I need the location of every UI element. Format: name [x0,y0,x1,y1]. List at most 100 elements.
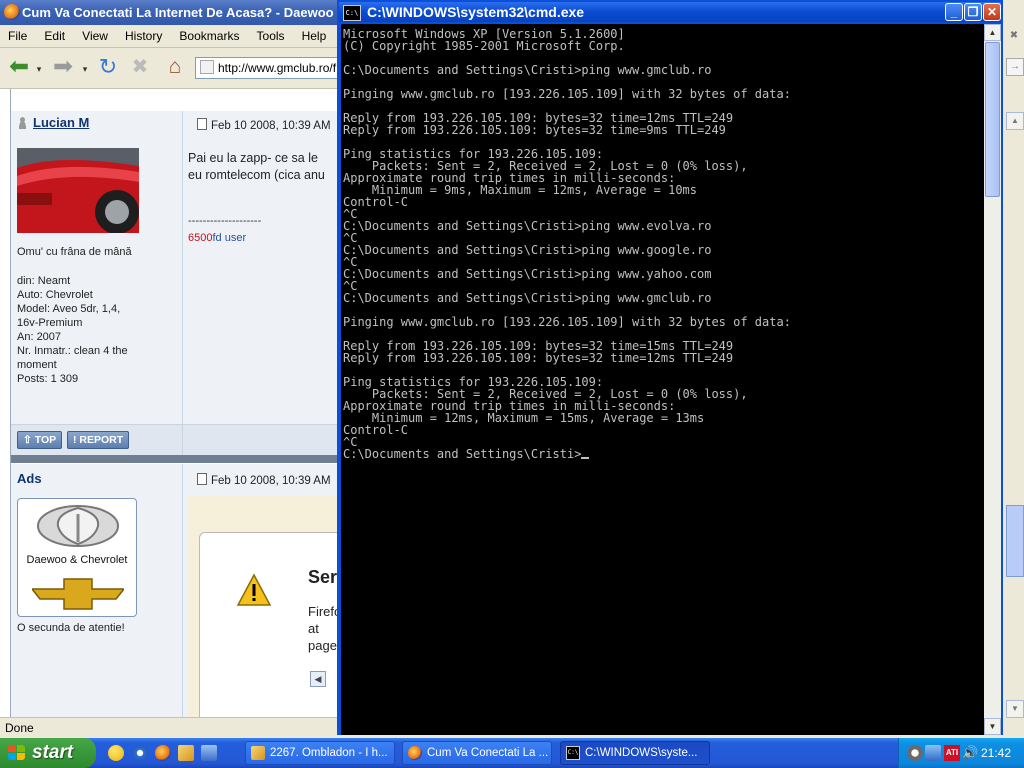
column-divider [182,425,183,455]
report-button-label: REPORT [79,434,124,446]
go-icon: → [1006,58,1024,76]
taskbar-button-cmd[interactable]: C:\ C:\WINDOWS\syste... [560,741,710,765]
info-line: An: 2007 [17,331,62,343]
post-date-text: Feb 10 2008, 10:39 AM [211,475,331,487]
console-line: C:\Documents and Settings\Cristi>ping ww… [343,267,712,281]
warning-icon [236,573,272,606]
top-button[interactable]: ⇧ TOP [17,431,63,449]
scroll-up-icon[interactable]: ▲ [984,24,1001,41]
cmd-title-bar[interactable]: C:\ C:\WINDOWS\system32\cmd.exe _ ❐ ✕ [339,2,1001,22]
task-label: 2267. Ombladon - I h... [270,747,388,759]
signature: 6500fd user [188,232,246,244]
text-cursor [581,457,590,459]
start-button[interactable]: start [0,738,96,768]
menu-view[interactable]: View [82,25,108,47]
stop-icon[interactable]: ✖ [127,54,153,80]
embedded-frame: Ser Firefo at page ◀ [188,496,340,717]
restore-button[interactable]: ❐ [964,3,982,21]
ati-icon[interactable]: ATI [944,745,960,761]
task-label: C:\WINDOWS\syste... [585,747,698,759]
dialog-text: Firefo at page [308,603,340,654]
menu-edit[interactable]: Edit [44,25,65,47]
minimize-button[interactable]: _ [945,3,963,21]
top-button-label: TOP [34,434,57,446]
taskbar-button-firefox[interactable]: Cum Va Conectati La ... [402,741,552,765]
back-history-dropdown-icon[interactable]: ▾ [34,56,44,82]
menu-history[interactable]: History [125,25,162,47]
avatar [17,148,139,233]
report-button[interactable]: ! REPORT [67,431,130,449]
url-bar[interactable]: http://www.gmclub.ro/f [195,57,342,79]
firefox-icon[interactable] [155,745,171,761]
tray-expand-icon[interactable] [907,745,923,761]
taskbar-button-winamp[interactable]: 2267. Ombladon - I h... [245,741,395,765]
internet-explorer-icon[interactable] [132,745,148,761]
author-info: din: Neamt Auto: Chevrolet Model: Aveo 5… [17,274,177,386]
info-line: Auto: Chevrolet [17,289,93,301]
forward-history-dropdown-icon[interactable]: ▾ [80,56,90,82]
winamp-icon[interactable] [178,745,194,761]
info-line: Model: Aveo 5dr, 1,4, [17,303,121,315]
page-left-border [10,89,11,717]
messenger-icon[interactable] [108,745,124,761]
post-date-text: Feb 10 2008, 10:39 AM [211,120,331,132]
network-icon[interactable] [201,745,217,761]
page-content: Lucian M Feb 10 2008, 10:39 AM Omu' cu f… [0,89,340,717]
firefox-right-edge: ✖ → ▲ ▼ [1003,0,1024,738]
post-text-line: eu romtelecom (cica anu [188,168,325,182]
console-line: Control-C [343,195,409,209]
close-button[interactable]: ✕ [983,3,1001,21]
post-author: Lucian M [17,115,89,135]
menu-help[interactable]: Help [302,25,327,47]
scroll-down-icon: ▼ [1006,700,1024,718]
author-link[interactable]: Lucian M [33,115,89,130]
ad-banner[interactable]: Daewoo & Chevrolet [17,498,137,617]
info-line: Nr. Inmatr.: clean 4 the [17,345,128,357]
post-date: Feb 10 2008, 10:39 AM [197,473,331,487]
scroll-thumb[interactable] [985,42,1000,197]
dialog-text-line: Firefo [308,604,340,619]
menu-tools[interactable]: Tools [257,25,285,47]
post-separator [10,455,340,463]
post-link-icon[interactable] [197,118,207,130]
author-motto: Omu' cu frâna de mână [17,246,132,258]
post-text-line: Pai eu la zapp- ce sa le [188,151,318,165]
post-link-icon[interactable] [197,473,207,485]
dialog-title: Ser [308,567,338,587]
page-icon [200,60,214,74]
forward-icon[interactable]: ➡ [50,54,76,80]
console-line: Reply from 193.226.105.109: bytes=32 tim… [343,123,726,137]
signature-number: 6500 [188,232,213,244]
firefox-dialog: Ser Firefo at page ◀ [199,532,340,717]
start-label: start [32,742,74,763]
menu-file[interactable]: File [8,25,27,47]
cmd-icon: C:\ [343,5,361,21]
menu-bookmarks[interactable]: Bookmarks [179,25,239,47]
console-line: Pinging www.gmclub.ro [193.226.105.109] … [343,315,791,329]
post-author: Ads [17,471,42,486]
scroll-up-icon: ▲ [1006,112,1024,130]
console-area[interactable]: Microsoft Windows XP [Version 5.1.2600](… [341,24,984,735]
cmd-window[interactable]: C:\ C:\WINDOWS\system32\cmd.exe _ ❐ ✕ Mi… [337,0,1003,735]
info-line: 16v-Premium [17,317,83,329]
console-line: C:\Documents and Settings\Cristi>ping ww… [343,219,712,233]
network-status-icon[interactable] [925,745,941,761]
firefox-window-title: Cum Va Conectati La Internet De Acasa? -… [22,5,347,20]
scroll-down-icon[interactable]: ▼ [984,718,1001,735]
forum-post-ads: Ads Feb 10 2008, 10:39 AM Daewoo & Chevr… [10,464,340,717]
console-line: C:\Documents and Settings\Cristi> [343,448,984,460]
console-line: C:\Documents and Settings\Cristi>ping ww… [343,291,712,305]
back-icon[interactable]: ⬅ [6,54,32,80]
page-scroll-thumb [1006,505,1024,577]
stop-icon: ✖ [1009,30,1019,41]
ad-label: Daewoo & Chevrolet [26,554,128,566]
scroll-left-icon[interactable]: ◀ [310,671,326,687]
home-icon[interactable]: ⌂ [162,54,188,80]
console-scrollbar[interactable]: ▲ ▼ [984,24,1001,735]
console-line: Pinging www.gmclub.ro [193.226.105.109] … [343,87,791,101]
clock[interactable]: 21:42 [981,738,1011,768]
console-line: C:\Documents and Settings\Cristi>ping ww… [343,243,712,257]
console-line: Control-C [343,423,409,437]
volume-icon[interactable]: 🔊 [962,745,978,761]
reload-icon[interactable]: ↻ [95,54,121,80]
